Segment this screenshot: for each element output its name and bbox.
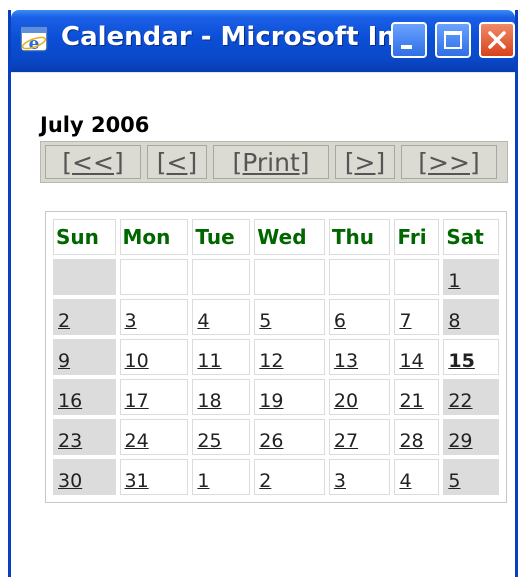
day-link[interactable]: 13 [328,339,391,375]
day-link[interactable]: 2 [53,299,116,335]
weekday-tue: Tue [192,219,251,255]
next-month-day: 5 [443,459,499,495]
day-link[interactable]: 12 [254,339,325,375]
next-month-day: 4 [394,459,440,495]
close-button[interactable] [479,22,515,58]
day-link[interactable]: 19 [254,379,325,415]
day-link[interactable]: 23 [53,419,116,455]
empty-day-cell [394,259,440,295]
day-link[interactable]: 7 [394,299,440,335]
week-row: 2 3 4 5 6 7 8 [53,299,499,335]
weekday-wed: Wed [254,219,325,255]
prev-month-link[interactable]: [<] [147,145,207,179]
title-bar[interactable]: e Calendar - Microsoft In... [11,10,515,72]
empty-day-cell [119,259,189,295]
day-link[interactable]: 25 [192,419,251,455]
week-row: 9 10 11 12 13 14 15 [53,339,499,375]
next-month-day: 2 [254,459,325,495]
maximize-button[interactable] [435,22,471,58]
weekday-sun: Sun [53,219,116,255]
day-link[interactable]: 6 [328,299,391,335]
weekday-thu: Thu [328,219,391,255]
close-icon [488,31,506,49]
weekday-header-row: Sun Mon Tue Wed Thu Fri Sat [53,219,499,255]
next-month-day: 3 [328,459,391,495]
today-day-link[interactable]: 15 [443,339,499,375]
print-link[interactable]: [Print] [213,145,329,179]
day-link[interactable]: 30 [53,459,116,495]
window-title: Calendar - Microsoft In... [61,22,426,52]
empty-day-cell [192,259,251,295]
internet-explorer-icon: e [19,24,51,56]
week-row: 16 17 18 19 20 21 22 [53,379,499,415]
day-link[interactable]: 31 [119,459,189,495]
week-row: 23 24 25 26 27 28 29 [53,419,499,455]
svg-text:e: e [29,34,40,54]
next-month-day: 1 [192,459,251,495]
month-title: July 2006 [40,113,150,137]
day-link[interactable]: 18 [192,379,251,415]
day-link[interactable]: 29 [443,419,499,455]
day-link[interactable]: 16 [53,379,116,415]
next-month-link[interactable]: [>] [335,145,395,179]
weekday-mon: Mon [119,219,189,255]
minimize-button[interactable] [391,22,427,58]
week-row: 30 31 1 2 3 4 5 [53,459,499,495]
browser-window: e Calendar - Microsoft In... July 2006 [… [8,10,518,577]
calendar-nav: [<<] [<] [Print] [>] [>>] [40,141,508,183]
day-link[interactable]: 21 [394,379,440,415]
empty-day-cell [53,259,116,295]
calendar-grid: Sun Mon Tue Wed Thu Fri Sat 1 2 3 4 5 6 … [45,211,507,503]
day-link[interactable]: 20 [328,379,391,415]
weekday-fri: Fri [394,219,440,255]
maximize-icon [444,31,462,49]
weekday-sat: Sat [443,219,499,255]
day-link[interactable]: 14 [394,339,440,375]
day-link[interactable]: 17 [119,379,189,415]
day-link[interactable]: 10 [119,339,189,375]
day-link[interactable]: 28 [394,419,440,455]
empty-day-cell [328,259,391,295]
day-link[interactable]: 24 [119,419,189,455]
day-link[interactable]: 26 [254,419,325,455]
empty-day-cell [254,259,325,295]
minimize-icon [401,45,412,49]
day-link[interactable]: 8 [443,299,499,335]
day-link[interactable]: 9 [53,339,116,375]
prev-year-link[interactable]: [<<] [45,145,141,179]
day-link[interactable]: 3 [119,299,189,335]
week-row: 1 [53,259,499,295]
page-content: July 2006 [<<] [<] [Print] [>] [>>] Sun … [11,72,515,577]
next-year-link[interactable]: [>>] [401,145,497,179]
day-link[interactable]: 11 [192,339,251,375]
day-link[interactable]: 27 [328,419,391,455]
day-link[interactable]: 1 [443,259,499,295]
day-link[interactable]: 4 [192,299,251,335]
day-link[interactable]: 22 [443,379,499,415]
day-link[interactable]: 5 [254,299,325,335]
